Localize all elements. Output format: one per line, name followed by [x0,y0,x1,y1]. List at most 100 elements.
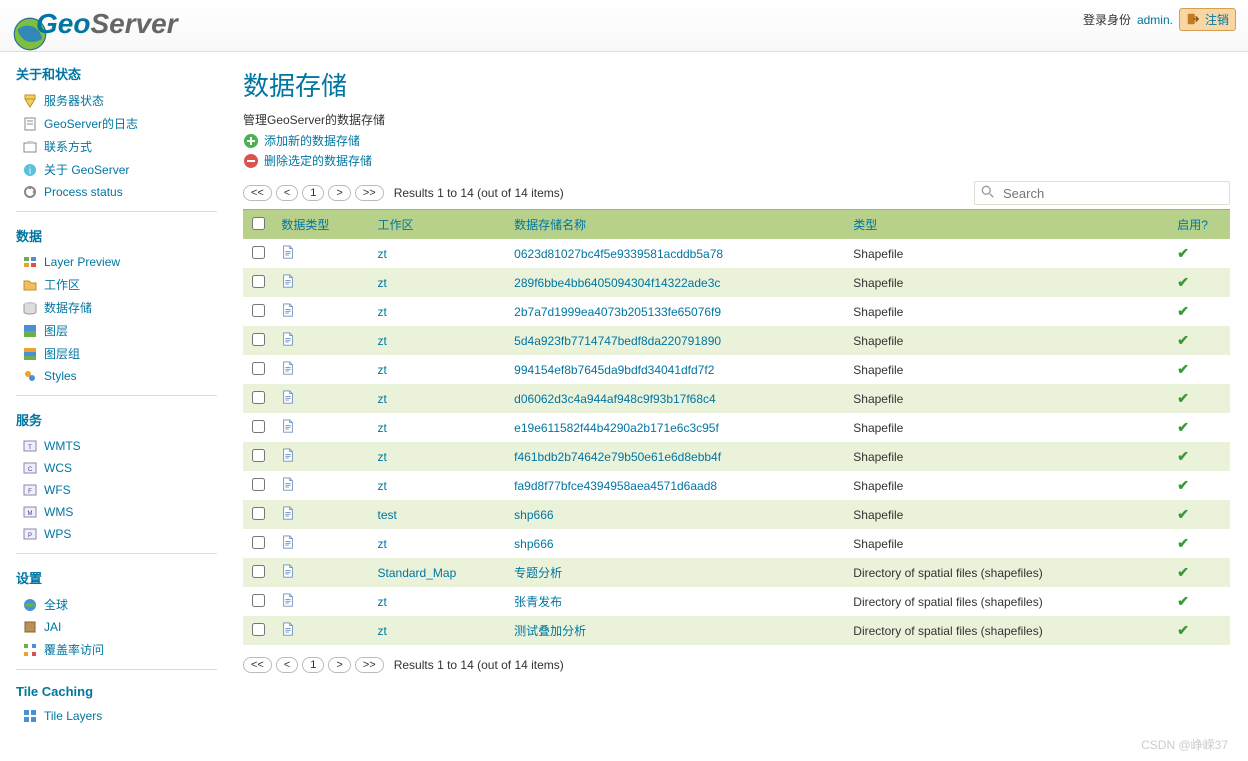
sidebar-item[interactable]: Process status [16,181,217,203]
col-datatype[interactable]: 数据类型 [281,218,329,232]
workspace-link[interactable]: Standard_Map [378,566,457,580]
sidebar-item-label[interactable]: 图层组 [44,345,80,362]
storename-link[interactable]: e19e611582f44b4290a2b171e6c3c95f [514,421,719,435]
search-box[interactable] [974,181,1230,205]
row-checkbox[interactable] [252,333,265,346]
sidebar-item[interactable]: GeoServer的日志 [16,112,217,135]
workspace-link[interactable]: zt [378,624,387,638]
storename-link[interactable]: f461bdb2b74642e79b50e61e6d8ebb4f [514,450,721,464]
add-store[interactable]: 添加新的数据存储 [243,132,1230,149]
sidebar-item-label[interactable]: 数据存储 [44,299,92,316]
sidebar-item-label[interactable]: 关于 GeoServer [44,161,129,178]
remove-store-link[interactable]: 删除选定的数据存储 [264,152,372,169]
col-workspace[interactable]: 工作区 [378,218,414,232]
storename-link[interactable]: 994154ef8b7645da9bdfd34041dfd7f2 [514,363,714,377]
sidebar-item[interactable]: 服务器状态 [16,89,217,112]
pager-next-b[interactable]: > [328,657,350,673]
sidebar-item-label[interactable]: Styles [44,369,77,383]
row-checkbox[interactable] [252,304,265,317]
storename-link[interactable]: 5d4a923fb7714747bedf8da220791890 [514,334,721,348]
sidebar-item-label[interactable]: 全球 [44,596,68,613]
row-checkbox[interactable] [252,362,265,375]
sidebar-item-label[interactable]: WMS [44,505,73,519]
pager-prev[interactable]: < [276,185,298,201]
workspace-link[interactable]: zt [378,363,387,377]
storename-link[interactable]: d06062d3c4a944af948c9f93b17f68c4 [514,392,716,406]
sidebar-item[interactable]: MWMS [16,501,217,523]
row-checkbox[interactable] [252,420,265,433]
workspace-link[interactable]: zt [378,276,387,290]
sidebar-item[interactable]: FWFS [16,479,217,501]
sidebar-item[interactable]: PWPS [16,523,217,545]
sidebar-item-label[interactable]: 覆盖率访问 [44,641,104,658]
sidebar-item[interactable]: JAI [16,616,217,638]
row-checkbox[interactable] [252,391,265,404]
workspace-link[interactable]: zt [378,421,387,435]
sidebar-item[interactable]: Tile Layers [16,705,217,727]
sidebar-item-label[interactable]: 图层 [44,322,68,339]
select-all-checkbox[interactable] [252,217,265,230]
sidebar-item[interactable]: i关于 GeoServer [16,158,217,181]
pager-first[interactable]: << [243,185,272,201]
workspace-link[interactable]: zt [378,305,387,319]
storename-link[interactable]: 测试叠加分析 [514,624,586,638]
workspace-link[interactable]: zt [378,479,387,493]
workspace-link[interactable]: zt [378,537,387,551]
col-enabled[interactable]: 启用? [1177,218,1208,232]
search-input[interactable] [1003,186,1223,201]
storename-link[interactable]: shp666 [514,508,553,522]
row-checkbox[interactable] [252,565,265,578]
sidebar-item[interactable]: 工作区 [16,273,217,296]
sidebar-item[interactable]: CWCS [16,457,217,479]
row-checkbox[interactable] [252,536,265,549]
sidebar-item-label[interactable]: WPS [44,527,71,541]
row-checkbox[interactable] [252,507,265,520]
login-user-link[interactable]: admin. [1137,13,1173,27]
pager-page-b[interactable]: 1 [302,657,324,673]
workspace-link[interactable]: zt [378,392,387,406]
workspace-link[interactable]: zt [378,247,387,261]
add-store-link[interactable]: 添加新的数据存储 [264,132,360,149]
storename-link[interactable]: 专题分析 [514,566,562,580]
row-checkbox[interactable] [252,275,265,288]
sidebar-item[interactable]: 全球 [16,593,217,616]
pager-page[interactable]: 1 [302,185,324,201]
pager-first-b[interactable]: << [243,657,272,673]
sidebar-item-label[interactable]: WMTS [44,439,81,453]
sidebar-item-label[interactable]: JAI [44,620,61,634]
col-storename[interactable]: 数据存储名称 [514,218,586,232]
sidebar-item-label[interactable]: Tile Layers [44,709,102,723]
storename-link[interactable]: 2b7a7d1999ea4073b205133fe65076f9 [514,305,721,319]
logout-button[interactable]: 注销 [1179,8,1236,31]
row-checkbox[interactable] [252,623,265,636]
row-checkbox[interactable] [252,246,265,259]
col-type[interactable]: 类型 [853,218,877,232]
pager-next[interactable]: > [328,185,350,201]
storename-link[interactable]: 289f6bbe4bb6405094304f14322ade3c [514,276,720,290]
row-checkbox[interactable] [252,478,265,491]
sidebar-item-label[interactable]: 工作区 [44,276,80,293]
workspace-link[interactable]: test [378,508,397,522]
sidebar-item[interactable]: 图层 [16,319,217,342]
pager-last-b[interactable]: >> [355,657,384,673]
workspace-link[interactable]: zt [378,334,387,348]
row-checkbox[interactable] [252,594,265,607]
storename-link[interactable]: shp666 [514,537,553,551]
storename-link[interactable]: fa9d8f77bfce4394958aea4571d6aad8 [514,479,717,493]
sidebar-item-label[interactable]: WCS [44,461,72,475]
remove-store[interactable]: 删除选定的数据存储 [243,152,1230,169]
pager-last[interactable]: >> [355,185,384,201]
sidebar-item[interactable]: TWMTS [16,435,217,457]
sidebar-item-label[interactable]: Layer Preview [44,255,120,269]
sidebar-item[interactable]: 联系方式 [16,135,217,158]
logo[interactable]: GeoServer [12,8,178,40]
sidebar-item-label[interactable]: GeoServer的日志 [44,115,138,132]
sidebar-item-label[interactable]: WFS [44,483,71,497]
pager-prev-b[interactable]: < [276,657,298,673]
sidebar-item-label[interactable]: Process status [44,185,123,199]
sidebar-item-label[interactable]: 服务器状态 [44,92,104,109]
workspace-link[interactable]: zt [378,595,387,609]
row-checkbox[interactable] [252,449,265,462]
sidebar-item[interactable]: Styles [16,365,217,387]
sidebar-item[interactable]: Layer Preview [16,251,217,273]
